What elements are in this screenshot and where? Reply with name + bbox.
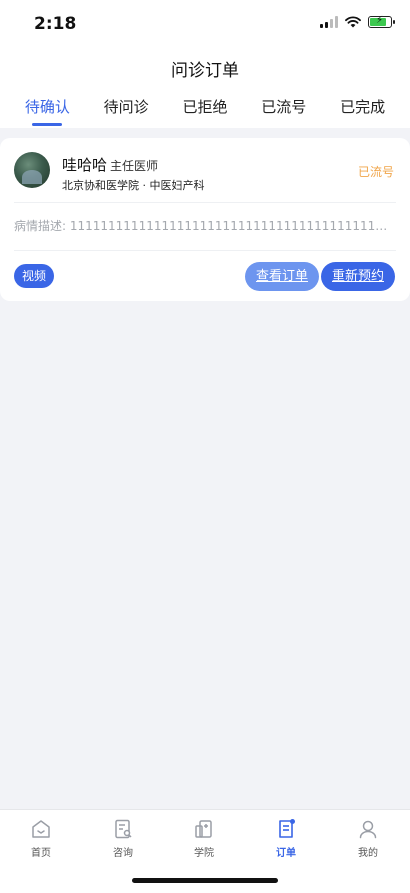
page-title: 问诊订单 (171, 61, 239, 81)
order-card[interactable]: 哇哈哈 主任医师 北京协和医学院 · 中医妇产科 已流号 病情描述: 11111… (0, 138, 410, 301)
divider (14, 250, 396, 251)
rebook-button[interactable]: 重新预约 (320, 262, 395, 291)
tabbar-item-home[interactable]: 首页 (11, 818, 71, 859)
tab-expired[interactable]: 已流号 (249, 96, 319, 128)
tabbar-label: 咨询 (113, 848, 133, 859)
tabbar-item-profile[interactable]: 我的 (338, 818, 398, 859)
order-tabs: 待确认 待问诊 已拒绝 已流号 已完成 (0, 96, 410, 128)
college-icon (195, 820, 212, 838)
home-indicator (132, 878, 278, 883)
tab-pending-consult[interactable]: 待问诊 (91, 96, 161, 128)
status-bar: 2:18 ⚡ (0, 0, 410, 50)
tab-rejected[interactable]: 已拒绝 (170, 96, 240, 128)
tabbar-label: 我的 (358, 848, 378, 859)
condition-description: 病情描述: 1111111111111111111111111111111111… (14, 219, 392, 233)
view-order-button[interactable]: 查看订单 (244, 262, 319, 291)
tabbar-label: 订单 (276, 848, 296, 859)
tabbar-label: 首页 (31, 848, 51, 859)
doctor-name: 哇哈哈 (62, 156, 108, 174)
home-icon (32, 820, 50, 838)
signal-icon (320, 16, 338, 28)
tabbar-item-consult[interactable]: 咨询 (93, 818, 153, 859)
tab-completed[interactable]: 已完成 (328, 96, 398, 128)
doctor-avatar (14, 152, 50, 188)
divider (14, 202, 396, 203)
consult-type-badge: 视频 (14, 264, 55, 288)
tab-pending-confirm[interactable]: 待确认 (12, 96, 82, 128)
tabbar-item-orders[interactable]: 订单 (256, 818, 316, 859)
doctor-organization: 北京协和医学院 · 中医妇产科 (62, 179, 205, 192)
wifi-icon (345, 16, 361, 28)
status-icons: ⚡ (320, 15, 395, 28)
header: 问诊订单 待确认 待问诊 已拒绝 已流号 已完成 (0, 50, 410, 128)
consult-icon (115, 819, 132, 839)
battery-icon: ⚡ (368, 15, 395, 28)
status-time: 2:18 (34, 14, 77, 34)
profile-icon (359, 820, 377, 839)
doctor-title: 主任医师 (110, 159, 159, 173)
tabbar-label: 学院 (194, 848, 214, 859)
order-icon (279, 819, 295, 838)
tabbar-item-college[interactable]: 学院 (174, 818, 234, 859)
order-status-badge: 已流号 (357, 165, 394, 179)
